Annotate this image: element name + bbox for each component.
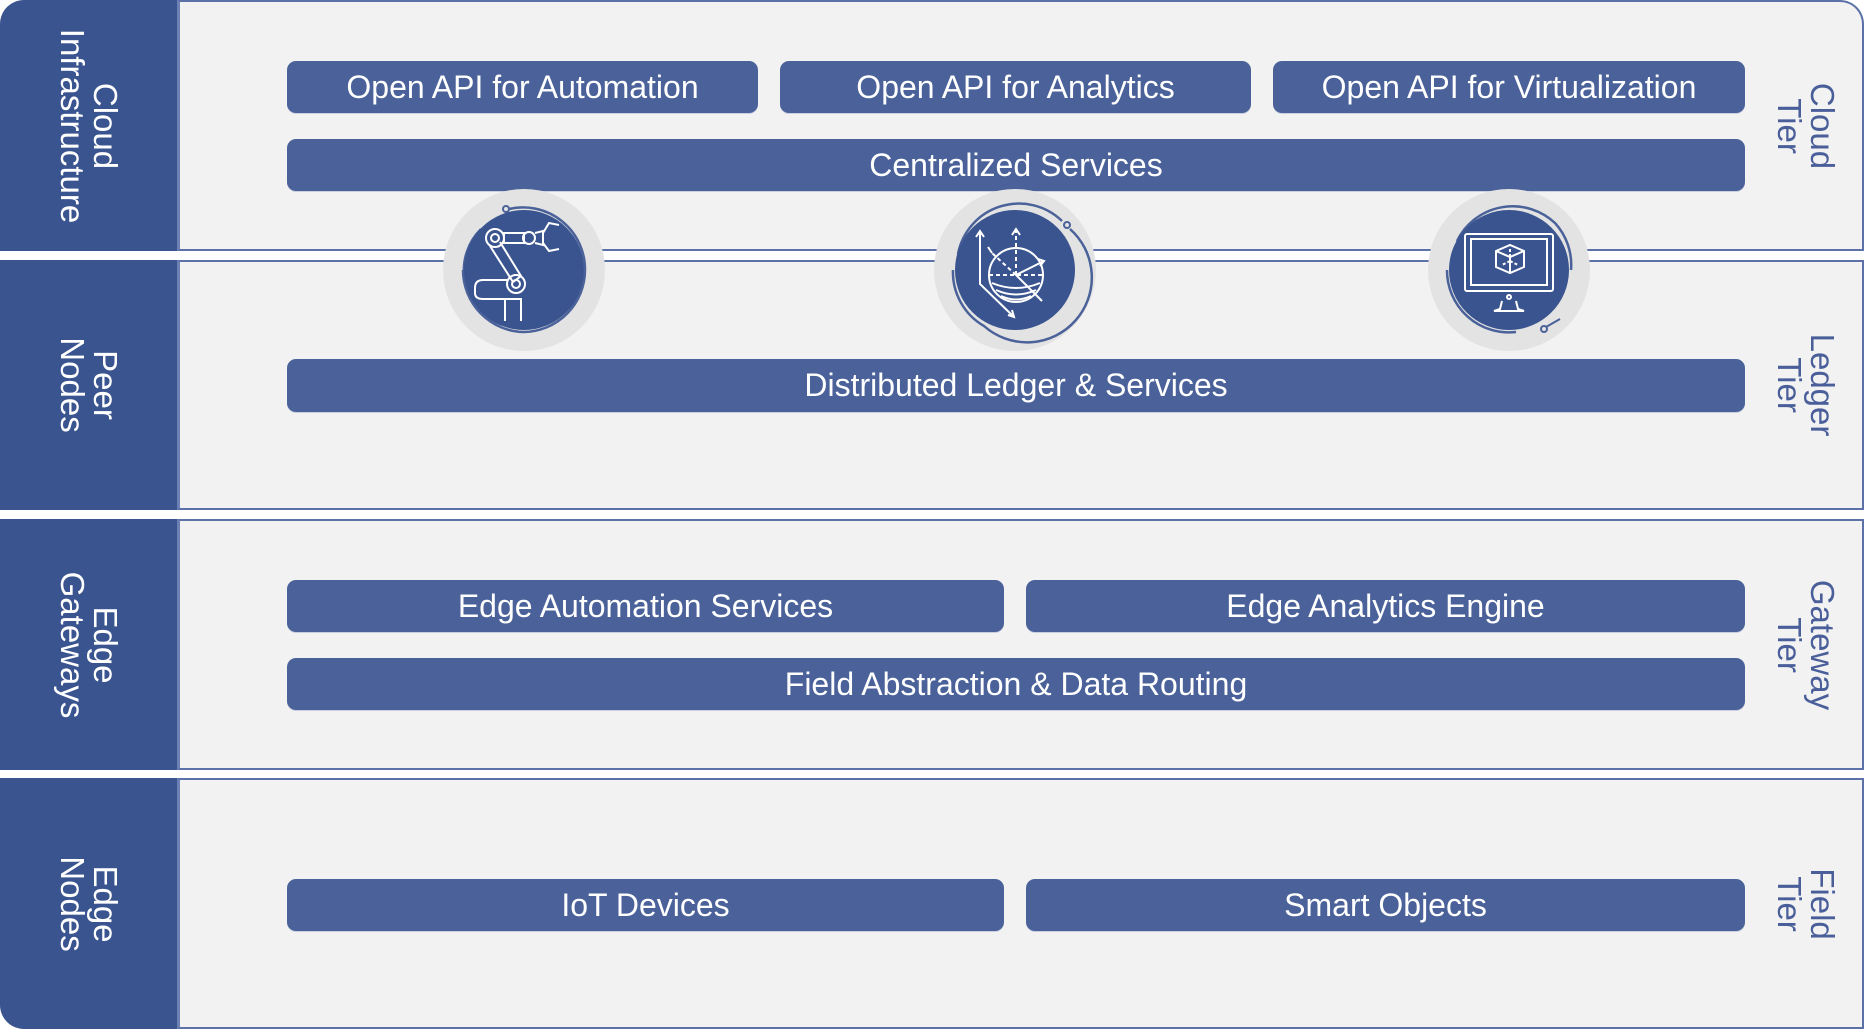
tier-line: Field xyxy=(1804,867,1841,940)
peer-nodes-label: Peer Nodes xyxy=(0,260,177,510)
label-line: Peer xyxy=(86,350,124,420)
distributed-ledger-box: Distributed Ledger & Services xyxy=(287,359,1745,412)
edge-nodes-label: Edge Nodes xyxy=(0,778,177,1029)
ledger-tier-label: Ledger Tier xyxy=(1771,260,1841,510)
gateway-tier-row: Edge Gateways Gateway Tier Edge Automation… xyxy=(0,519,1864,770)
open-api-automation-box: Open API for Automation xyxy=(287,61,758,113)
field-tier-label: Field Tier xyxy=(1771,778,1841,1029)
tier-line: Tier xyxy=(1771,357,1808,413)
edge-gateways-label: Edge Gateways xyxy=(0,519,177,770)
gateway-tier-label: Gateway Tier xyxy=(1771,519,1841,770)
label-line: Nodes xyxy=(53,337,91,433)
tier-line: Cloud xyxy=(1804,82,1841,169)
tier-line: Tier xyxy=(1771,875,1808,932)
centralized-services-box: Centralized Services xyxy=(287,139,1745,191)
label-line: Infrastructure xyxy=(53,28,91,223)
tier-line: Tier xyxy=(1771,616,1808,673)
open-api-analytics-box: Open API for Analytics xyxy=(780,61,1251,113)
robot-arm-icon xyxy=(443,189,605,351)
label-line: Nodes xyxy=(53,855,91,952)
cloud-infrastructure-label: Cloud Infrastructure xyxy=(0,0,177,251)
tier-line: Tier xyxy=(1771,97,1808,154)
label-line: Edge xyxy=(86,605,124,684)
edge-analytics-engine-box: Edge Analytics Engine xyxy=(1026,580,1745,632)
monitor-cube-icon xyxy=(1428,189,1590,351)
label-line: Cloud xyxy=(86,82,124,169)
field-tier-row: Edge Nodes Field Tier IoT Devices Smart Ob… xyxy=(0,778,1864,1029)
3d-sphere-axes-icon xyxy=(934,189,1096,351)
field-abstraction-box: Field Abstraction & Data Routing xyxy=(287,658,1745,710)
gateway-tier-panel xyxy=(177,519,1864,770)
cloud-tier-label: Cloud Tier xyxy=(1771,0,1841,251)
smart-objects-box: Smart Objects xyxy=(1026,879,1745,931)
tier-line: Gateway xyxy=(1804,579,1841,710)
iot-devices-box: IoT Devices xyxy=(287,879,1004,931)
label-line: Gateways xyxy=(53,571,91,718)
edge-automation-services-box: Edge Automation Services xyxy=(287,580,1004,632)
open-api-virtualization-box: Open API for Virtualization xyxy=(1273,61,1745,113)
tier-line: Ledger xyxy=(1804,333,1841,437)
label-line: Edge xyxy=(86,864,124,943)
